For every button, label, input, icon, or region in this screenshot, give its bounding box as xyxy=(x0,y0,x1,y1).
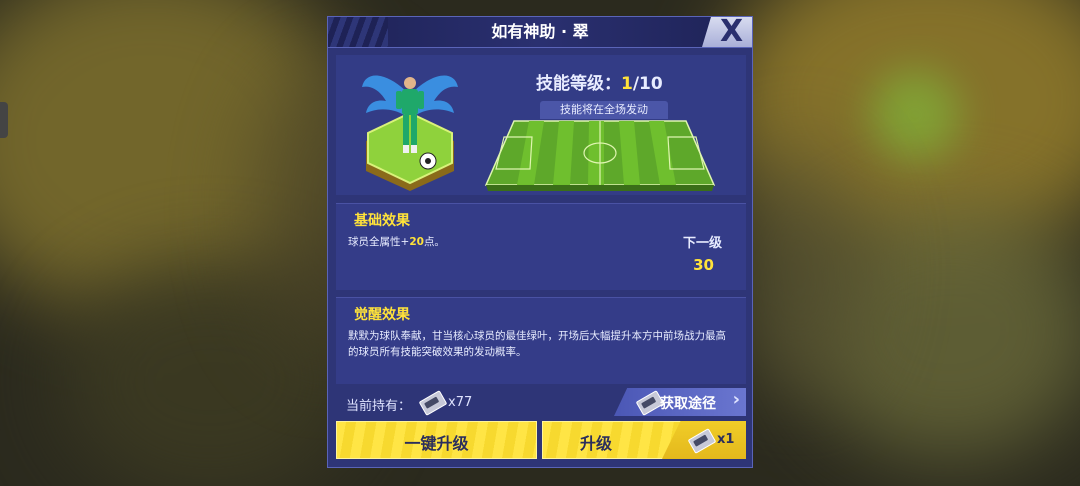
holdings-count: x77 xyxy=(448,395,473,410)
close-icon: X xyxy=(720,14,744,49)
awaken-effect-panel: 觉醒效果 默默为球队奉献，甘当核心球员的最佳绿叶，开场后大幅提升本方中前场战力最… xyxy=(336,297,746,384)
chevron-right-icon: › xyxy=(732,389,740,410)
awaken-effect-text: 默默为球队奉献，甘当核心球员的最佳绿叶，开场后大幅提升本方中前场战力最高的球员所… xyxy=(348,330,726,358)
basic-effect-title: 基础效果 xyxy=(354,213,410,229)
field-note: 技能将在全场发动 xyxy=(540,101,668,119)
upgrade-button[interactable]: 升级 x1 xyxy=(542,421,746,459)
player-hex-badge xyxy=(358,63,462,193)
skill-level: 技能等级：1/10 xyxy=(536,74,663,94)
next-level-label: 下一级 xyxy=(682,236,722,251)
skill-dialog: 如有神助 · 翠 X 技能等级：1/10 技能将在全场发动 基础效果 球员全属性… xyxy=(327,16,753,468)
holdings-label: 当前持有： xyxy=(346,399,412,414)
skill-ticket-icon xyxy=(687,428,717,454)
one-click-upgrade-button[interactable]: 一键升级 xyxy=(336,421,537,459)
side-tab xyxy=(0,102,8,138)
dialog-titlebar: 如有神助 · 翠 X xyxy=(328,17,752,48)
acquire-source-button[interactable]: 获取途径 › xyxy=(614,388,746,416)
upgrade-cost: x1 xyxy=(662,421,746,459)
soccer-pitch-icon xyxy=(484,119,716,191)
skill-overview: 技能等级：1/10 技能将在全场发动 xyxy=(336,55,746,195)
awaken-effect-title: 觉醒效果 xyxy=(354,307,410,323)
basic-effect-text: 球员全属性+20点。 xyxy=(348,236,445,248)
upgrade-cost-count: x1 xyxy=(717,432,735,447)
skill-ticket-icon xyxy=(418,390,448,416)
next-level-value: 30 xyxy=(693,256,714,274)
dialog-title: 如有神助 · 翠 xyxy=(491,22,589,41)
basic-effect-panel: 基础效果 球员全属性+20点。 下一级 30 xyxy=(336,203,746,290)
upgrade-label: 升级 xyxy=(580,434,613,453)
acquire-source-label: 获取途径 xyxy=(660,396,716,412)
one-click-upgrade-label: 一键升级 xyxy=(404,434,469,453)
